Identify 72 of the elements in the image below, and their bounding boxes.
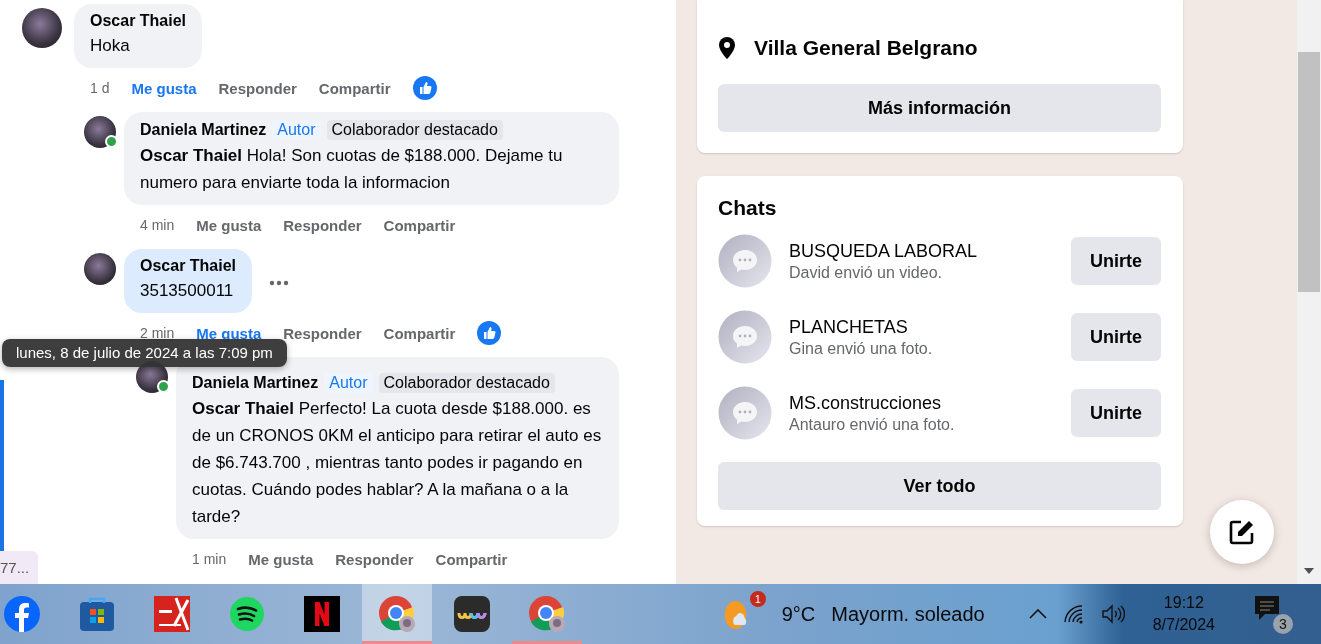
more-info-button[interactable]: Más información xyxy=(718,84,1161,132)
comment-action-link[interactable]: Compartir xyxy=(383,216,456,234)
avatar[interactable] xyxy=(84,116,116,148)
location-text: Villa General Belgrano xyxy=(754,36,978,60)
avatar[interactable] xyxy=(84,253,116,285)
volume-icon[interactable] xyxy=(1100,604,1125,624)
scroll-down-icon[interactable] xyxy=(1304,568,1314,574)
comment-text: Oscar Thaiel Perfecto! La cuota desde $188.000. es de un CRONOS 0KM el anticipo para retirar el auto es de $6.743.700 , mientras tanto podes ir pagando en cuotas. Cuándo podes hablar? A la mañana o a la tarde? xyxy=(192,398,603,528)
like-reaction-icon xyxy=(412,76,437,100)
scrollbar-thumb[interactable] xyxy=(1298,52,1320,292)
comment-text: 3513500011 xyxy=(140,280,235,302)
chat-bubble-icon xyxy=(718,310,772,364)
author-badge: Colaborador destacado xyxy=(326,120,503,140)
join-button[interactable]: Unirte xyxy=(1071,389,1161,437)
comment-text: Hoka xyxy=(90,35,131,57)
chrome-icon xyxy=(528,595,566,633)
comment-time[interactable]: 1 min xyxy=(192,551,227,567)
comment-author[interactable]: Oscar Thaiel xyxy=(140,257,237,275)
chat-name[interactable]: PLANCHETAS xyxy=(789,316,1054,338)
chat-last-message: Antauro envió una foto. xyxy=(789,415,956,434)
netflix-icon xyxy=(304,596,340,632)
spotify-icon xyxy=(229,596,265,632)
like-reaction-icon xyxy=(477,321,502,345)
clock-time[interactable]: 19:12 xyxy=(1163,592,1204,614)
location-pin-icon xyxy=(718,37,736,59)
date-tooltip: lunes, 8 de julio de 2024 a las 7:09 pm xyxy=(2,339,287,367)
comment-action-link[interactable]: Compartir xyxy=(318,79,391,97)
comment-action-link[interactable]: Responder xyxy=(335,550,414,568)
chat-bubble-icon xyxy=(718,386,772,440)
comment-action-link[interactable]: Me gusta xyxy=(248,550,314,568)
comment-action-link[interactable]: Responder xyxy=(283,216,362,234)
chat-last-message: David envió un video. xyxy=(789,263,943,282)
comment-text: Oscar Thaiel Hola! Son cuotas de $188.000. Dejame tu numero para enviarte toda la informacion xyxy=(140,145,564,194)
side-chip[interactable]: 77... xyxy=(0,551,38,584)
comment-action-link[interactable]: Compartir xyxy=(383,324,456,342)
chrome-icon xyxy=(378,595,416,633)
join-button[interactable]: Unirte xyxy=(1071,237,1161,285)
chat-bubble-icon xyxy=(718,234,772,288)
notifications-badge: 3 xyxy=(1273,614,1293,634)
comment-action-link[interactable]: Responder xyxy=(218,79,297,97)
weather-condition-text: Mayorm. soleado xyxy=(831,602,985,626)
facebook-icon xyxy=(4,596,40,632)
comment-author[interactable]: Oscar Thaiel xyxy=(90,12,187,30)
comment-author[interactable]: Daniela Martinez xyxy=(192,374,319,392)
more-options-icon[interactable] xyxy=(268,279,291,287)
wifi-icon[interactable] xyxy=(1062,604,1085,624)
comment-time[interactable]: 2 min xyxy=(140,325,175,341)
temperature-text: 9°C xyxy=(781,602,816,626)
comment-time[interactable]: 1 d xyxy=(90,80,110,96)
chats-title: Chats xyxy=(718,196,778,220)
author-badge: Autor xyxy=(272,120,321,140)
comment-author[interactable]: Daniela Martinez xyxy=(140,121,267,139)
chevron-up-icon[interactable] xyxy=(1028,609,1047,619)
author-badge: Autor xyxy=(324,373,373,393)
edit-icon xyxy=(1229,519,1255,545)
store-icon xyxy=(79,596,115,632)
join-button[interactable]: Unirte xyxy=(1071,313,1161,361)
see-all-button[interactable]: Ver todo xyxy=(718,462,1161,510)
avatar[interactable] xyxy=(22,8,62,48)
pdf-editor-icon xyxy=(154,596,190,632)
clock-date[interactable]: 8/7/2024 xyxy=(1152,614,1215,636)
chat-last-message: Gina envió una foto. xyxy=(789,339,934,358)
author-badge: Colaborador destacado xyxy=(378,373,555,393)
comment-action-link[interactable]: Me gusta xyxy=(196,216,262,234)
comment-action-link[interactable]: Compartir xyxy=(435,550,508,568)
chat-name[interactable]: BUSQUEDA LABORAL xyxy=(789,240,1054,262)
chat-name[interactable]: MS.construcciones xyxy=(789,392,1054,414)
waveform-app-icon xyxy=(454,596,490,632)
comment-time[interactable]: 4 min xyxy=(140,217,175,233)
comment-action-link[interactable]: Me gusta xyxy=(131,79,197,97)
comment-action-link[interactable]: Responder xyxy=(283,324,362,342)
weather-badge: 1 xyxy=(749,591,766,607)
